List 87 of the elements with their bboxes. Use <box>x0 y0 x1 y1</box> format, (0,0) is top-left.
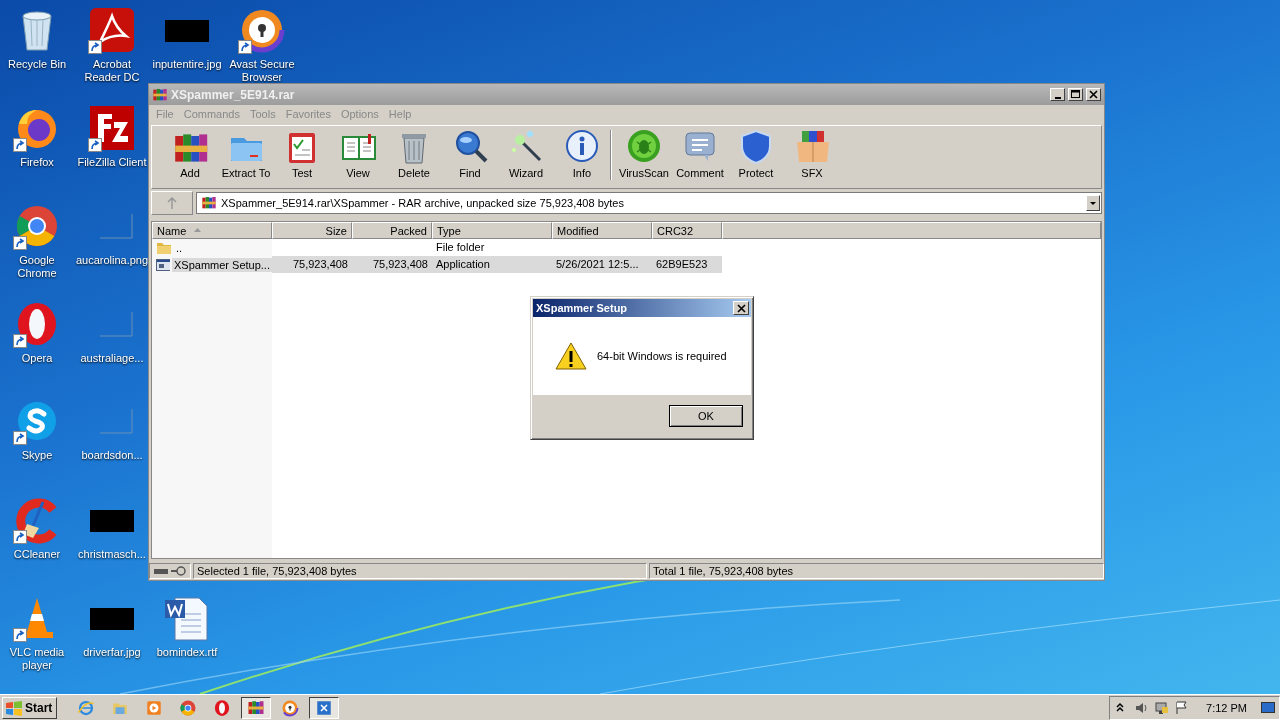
box-icon <box>794 128 830 164</box>
caret-icon <box>1090 201 1096 205</box>
books-icon <box>152 86 168 103</box>
column-header[interactable]: Modified <box>552 222 652 239</box>
toolbar-button[interactable]: View <box>330 128 386 179</box>
table-cell: 62B9E523 <box>652 256 722 273</box>
column-header[interactable]: Name <box>152 222 272 239</box>
desktop-icon-label[interactable]: VLC media player <box>0 646 74 672</box>
desktop-icon-label[interactable]: Acrobat Reader DC <box>75 58 149 84</box>
column-header[interactable]: CRC32 <box>652 222 722 239</box>
bug-icon <box>626 128 662 164</box>
desktop-icon-label[interactable]: driverfar.jpg <box>75 646 149 659</box>
close-button[interactable] <box>1086 88 1101 101</box>
table-cell: Application <box>432 256 552 273</box>
status-text: Total 1 file, 75,923,408 bytes <box>649 562 1104 579</box>
filezilla-icon <box>88 104 136 152</box>
table-cell: 5/26/2021 12:5... <box>552 256 652 273</box>
toolbar-button[interactable]: Delete <box>386 128 442 179</box>
application-icon <box>156 257 170 272</box>
toolbar-button[interactable]: Find <box>442 128 498 179</box>
desktop-icon-label[interactable]: CCleaner <box>0 548 74 561</box>
column-header[interactable]: Size <box>272 222 352 239</box>
show-desktop-icon[interactable] <box>1261 701 1275 714</box>
desktop-icon-label[interactable]: inputentire.jpg <box>150 58 224 71</box>
drive-key-icon <box>153 565 187 576</box>
desktop-icon-label[interactable]: christmasch... <box>75 548 149 561</box>
toolbar-button[interactable]: Test <box>274 128 330 179</box>
setup-icon <box>315 698 334 717</box>
taskbar-button[interactable] <box>309 696 340 719</box>
dialog-title: XSpammer Setup <box>536 302 629 314</box>
table-cell-text: File folder <box>435 240 486 255</box>
network-icon[interactable] <box>1154 699 1169 716</box>
desktop-icon-label[interactable]: FileZilla Client <box>75 156 149 169</box>
desktop-icon-label[interactable]: aucarolina.png <box>75 254 149 267</box>
toolbar-button[interactable]: VirusScan <box>616 128 672 179</box>
table-cell: 75,923,408 <box>352 256 432 273</box>
chrome-icon <box>179 698 198 717</box>
opera-icon <box>213 698 232 717</box>
toolbar-button[interactable]: Add <box>162 128 218 179</box>
maximize-button[interactable] <box>1068 88 1083 101</box>
browser-icon <box>77 698 96 717</box>
play-icon <box>145 698 164 717</box>
desktop-icon-label[interactable]: Avast Secure Browser <box>225 58 299 84</box>
toolbar-button[interactable]: Comment <box>672 128 728 179</box>
up-arrow-icon <box>167 197 177 209</box>
column-header[interactable]: Packed <box>352 222 432 239</box>
dropdown-button[interactable] <box>1086 195 1100 211</box>
close-icon <box>1088 89 1099 100</box>
address-field[interactable]: XSpammer_5E914.rar\XSpammer - RAR archive, unpacked size 75,923,408 bytes <box>196 192 1102 214</box>
pdf-icon <box>88 6 136 54</box>
ok-button[interactable]: OK <box>669 405 743 427</box>
toolbar-button[interactable]: Protect <box>728 128 784 179</box>
warning-icon <box>555 341 587 371</box>
word-document-icon <box>163 594 211 642</box>
toolbar-button[interactable]: Extract To <box>218 128 274 179</box>
dialog-message: 64-bit Windows is required <box>597 350 727 362</box>
shield-icon <box>738 128 774 164</box>
avast-icon <box>281 698 300 717</box>
start-button[interactable]: Start <box>2 696 58 719</box>
desktop-icon-label[interactable]: boardsdon... <box>75 449 149 462</box>
desktop-icon-label[interactable]: Recycle Bin <box>0 58 74 71</box>
desktop-icon-label[interactable]: Google Chrome <box>0 254 74 280</box>
desktop-icon-label[interactable]: Opera <box>0 352 74 365</box>
minimize-icon <box>1054 96 1061 99</box>
toolbar-button[interactable]: SFX <box>784 128 840 179</box>
file-name-cell[interactable]: .. <box>174 240 185 255</box>
books-icon <box>247 698 266 717</box>
minimize-button[interactable] <box>1050 88 1065 101</box>
up-button[interactable] <box>151 191 193 215</box>
toolbar-button[interactable]: Wizard <box>498 128 554 179</box>
toolbar-button[interactable]: Info <box>554 128 610 179</box>
window-title: XSpammer_5E914.rar <box>171 87 296 102</box>
desktop-icon-label[interactable]: australiage... <box>75 352 149 365</box>
flag-icon[interactable] <box>1174 699 1189 716</box>
info-icon <box>564 128 600 164</box>
close-icon <box>736 303 746 313</box>
table-cell: 75,923,408 <box>272 256 352 273</box>
desktop-icon-label[interactable]: Skype <box>0 449 74 462</box>
books-icon <box>201 195 217 211</box>
clock[interactable]: 7:12 PM <box>1206 701 1247 714</box>
taskbar-button[interactable] <box>241 696 272 719</box>
status-text: Selected 1 file, 75,923,408 bytes <box>193 562 647 579</box>
close-button[interactable] <box>733 301 749 315</box>
desktop-icon-label[interactable]: Firefox <box>0 156 74 169</box>
maximize-icon <box>1070 89 1081 100</box>
column-header[interactable]: Type <box>432 222 552 239</box>
windows-logo-icon <box>5 699 23 716</box>
